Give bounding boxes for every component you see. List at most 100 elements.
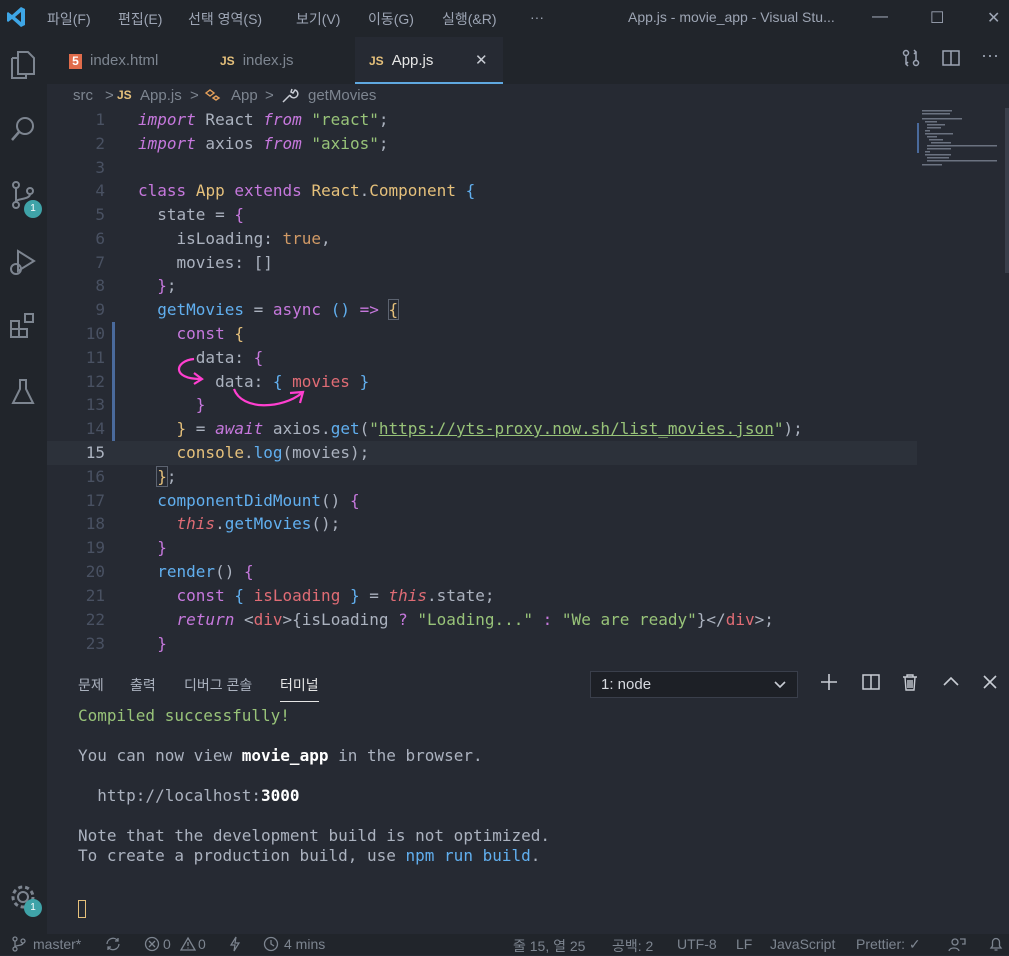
code-line: 3 [95,158,105,177]
code-line: 8 }; [95,276,177,295]
terminal-line: To create a production build, use npm ru… [78,846,541,865]
menu-run[interactable]: 실행(&R) [442,9,497,29]
kill-terminal-trash-icon[interactable] [901,673,919,696]
window-title: App.js - movie_app - Visual Stu... [628,9,835,25]
minimap[interactable] [917,108,1009,661]
status-eol[interactable]: LF [736,936,752,952]
terminal-cursor [78,898,550,918]
code-line: 2 import axios from "axios"; [95,134,389,153]
code-line: 4 class App extends React.Component { [95,181,476,200]
breadcrumb-file[interactable]: App.js [140,87,182,104]
error-icon[interactable] [144,936,160,955]
tab-label: App.js [391,52,434,69]
warning-icon[interactable] [179,936,197,955]
maximize-panel-chevron-up-icon[interactable] [942,673,960,696]
status-errors[interactable]: 0 [163,936,171,952]
breadcrumb: src > JS App.js > App > getMovies [47,84,1009,108]
terminal-select-value: 1: node [601,676,652,693]
tab-app-js[interactable]: JS App.js ✕ [355,37,503,84]
js-file-icon: JS [117,88,132,102]
code-line-current: 15 console.log(movies); [47,441,917,465]
close-panel-icon[interactable] [981,673,999,696]
notifications-bell-icon[interactable] [988,936,1004,955]
maximize-button[interactable]: ☐ [930,8,944,28]
status-cursor-position[interactable]: 줄 15, 열 25 [513,936,585,956]
status-warnings[interactable]: 0 [198,936,206,952]
branch-icon [12,936,26,955]
chevron-right-icon: > [190,87,199,104]
history-clock-icon[interactable] [263,936,279,955]
tab-index-html[interactable]: 5 index.html [69,37,209,84]
tab-output[interactable]: 출력 [130,675,156,695]
new-terminal-icon[interactable] [820,673,838,696]
pink-annotation-arrows [177,357,305,407]
terminal-panel: 문제 출력 디버그 콘솔 터미널 1: node Compiled succes… [47,661,1009,934]
tab-label: index.html [90,52,159,69]
status-bar: master* 0 0 4 mins 줄 15, 열 25 공백: 2 UTF-… [0,934,1009,955]
explorer-icon[interactable] [6,50,40,84]
tab-index-js[interactable]: JS index.js [220,37,360,84]
menu-go[interactable]: 이동(G) [368,9,414,29]
html-file-icon: 5 [69,54,82,69]
minimize-button[interactable]: — [872,8,888,26]
code-line: 23 } [85,634,167,653]
terminal-select[interactable]: 1: node [590,671,798,698]
extensions-icon[interactable] [6,311,40,345]
feedback-icon[interactable] [948,936,966,955]
menu-more[interactable]: ··· [530,9,544,25]
status-indentation[interactable]: 공백: 2 [612,936,653,956]
status-language[interactable]: JavaScript [770,936,835,952]
breadcrumb-method[interactable]: getMovies [308,87,376,104]
sync-icon[interactable] [104,936,122,955]
tab-problems[interactable]: 문제 [78,675,104,695]
code-line: 10 const { [85,324,244,343]
status-branch[interactable]: master* [33,936,81,952]
close-tab-icon[interactable]: ✕ [475,37,488,84]
menu-selection[interactable]: 선택 영역(S) [188,9,262,29]
terminal-line: You can now view movie_app in the browse… [78,746,483,765]
breadcrumb-folder[interactable]: src [73,87,93,104]
menu-edit[interactable]: 편집(E) [118,9,162,29]
chevron-down-icon [773,672,787,705]
code-line: 1 import React from "react"; [95,110,389,129]
code-line: 22 return <div>{isLoading ? "Loading..."… [85,610,774,629]
compare-changes-icon[interactable] [902,49,920,72]
code-line: 21 const { isLoading } = this.state; [85,586,495,605]
code-line: 6 isLoading: true, [95,229,331,248]
terminal-line: Compiled successfully! [78,706,290,725]
js-file-icon: JS [220,54,235,68]
terminal-output[interactable]: Compiled successfully! You can now view … [78,706,550,918]
chevron-right-icon: > [265,87,274,104]
code-line: 7 movies: [] [95,253,273,272]
title-bar: 파일(F) 편집(E) 선택 영역(S) 보기(V) 이동(G) 실행(&R) … [0,0,1009,37]
status-time[interactable]: 4 mins [284,936,325,952]
split-terminal-icon[interactable] [862,673,880,696]
close-window-button[interactable]: ✕ [987,8,1000,28]
split-editor-icon[interactable] [942,49,960,72]
code-editor[interactable]: 1 import React from "react"; 2 import axio… [47,108,917,661]
settings-badge: 1 [24,899,42,917]
vscode-logo-icon [6,5,26,32]
activity-bar: 1 1 [0,37,47,934]
lightning-icon[interactable] [229,936,241,955]
tab-terminal[interactable]: 터미널 [280,675,319,702]
terminal-line: http://localhost:3000 [78,786,300,805]
status-prettier[interactable]: Prettier: ✓ [856,936,921,953]
search-icon[interactable] [6,115,40,149]
test-flask-icon[interactable] [6,377,40,411]
chevron-right-icon: > [105,87,114,104]
terminal-line: Note that the development build is not o… [78,826,551,845]
editor-tabs: 5 index.html JS index.js JS App.js ✕ ··· [47,37,1009,84]
status-encoding[interactable]: UTF-8 [677,936,717,952]
class-symbol-icon [204,88,222,108]
code-line: 18 this.getMovies(); [85,514,341,533]
menu-file[interactable]: 파일(F) [47,9,91,29]
tab-debug-console[interactable]: 디버그 콘솔 [184,675,252,695]
code-line: 17 componentDidMount() { [85,491,360,510]
breadcrumb-class[interactable]: App [231,87,258,104]
code-line: 20 render() { [85,562,254,581]
run-debug-icon[interactable] [6,247,40,281]
more-actions-icon[interactable]: ··· [981,45,999,66]
code-line: 19 } [85,538,167,557]
menu-view[interactable]: 보기(V) [296,9,340,29]
